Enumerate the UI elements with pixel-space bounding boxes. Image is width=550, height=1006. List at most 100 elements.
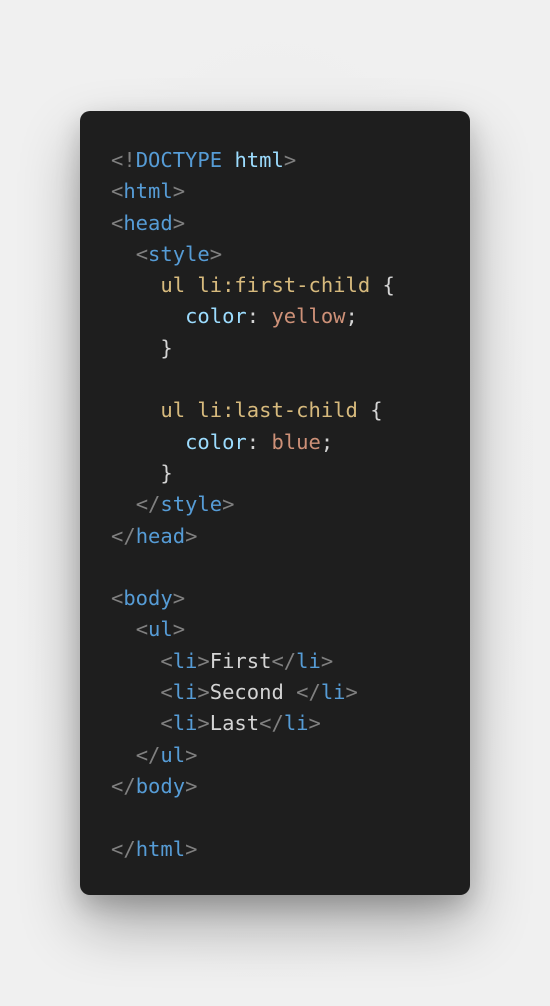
code-tag-name: head — [123, 210, 173, 235]
code-line: <ul> — [111, 614, 395, 645]
code-punctuation: </ — [135, 742, 161, 767]
code-line: } — [111, 333, 395, 364]
code-punctuation: </ — [111, 523, 136, 548]
code-punctuation: </ — [135, 492, 161, 517]
code-line: <body> — [111, 583, 395, 614]
code-punctuation: > — [222, 492, 235, 517]
code-punctuation: </ — [111, 836, 136, 861]
code-tag-name: ul — [160, 742, 186, 767]
code-line: <!DOCTYPE html> — [111, 145, 395, 176]
code-punctuation: </ — [271, 648, 297, 673]
code-css-property: color — [185, 429, 247, 454]
code-tag-name: body — [123, 586, 173, 611]
code-tag-name: li — [320, 680, 346, 705]
code-tag-name: li — [283, 711, 309, 736]
code-punctuation: < — [160, 680, 173, 705]
code-brace: { — [370, 398, 383, 423]
code-line: <head> — [111, 208, 395, 239]
code-tag-name: ul — [148, 617, 173, 642]
code-brace: } — [160, 460, 173, 485]
code-punctuation: </ — [259, 711, 284, 736]
code-punctuation: > — [197, 711, 210, 736]
code-brace: ; — [345, 304, 358, 329]
code-punctuation: < — [160, 648, 173, 673]
code-punctuation: < — [160, 711, 173, 736]
code-punctuation: > — [283, 148, 297, 172]
code-tag-name: style — [148, 241, 210, 266]
code-punctuation: > — [185, 523, 198, 548]
code-line: ul li:first-child { — [111, 270, 395, 301]
code-punctuation: > — [185, 742, 198, 767]
code-text: First — [209, 648, 272, 673]
code-punctuation: > — [172, 617, 186, 642]
code-line: <style> — [111, 239, 395, 270]
code-punctuation: < — [135, 617, 149, 642]
code-punctuation: < — [111, 210, 124, 235]
code-line: </body> — [111, 771, 395, 802]
code-css-property: color — [185, 304, 247, 329]
code-punctuation: > — [308, 711, 321, 736]
code-punctuation: > — [209, 241, 223, 266]
code-tag-name: li — [172, 648, 198, 673]
code-line: </head> — [111, 521, 395, 552]
code-brace: : — [246, 304, 272, 329]
code-punctuation: </ — [296, 680, 321, 705]
code-snippet-card: <!DOCTYPE html> <html> <head> <style> ul l… — [80, 111, 470, 895]
code-tag-name: li — [172, 711, 198, 736]
code-line: </html> — [111, 834, 395, 865]
code-text: Second — [209, 680, 297, 705]
code-line: <li>Second </li> — [111, 677, 395, 708]
code-block: <!DOCTYPE html> <html> <head> <style> ul l… — [111, 145, 395, 865]
code-tag-name: DOCTYPE — [135, 148, 223, 172]
code-line: } — [111, 458, 395, 489]
code-tag-name: html — [135, 836, 186, 861]
code-punctuation: > — [172, 179, 186, 204]
code-tag-name: li — [296, 648, 321, 673]
code-punctuation: </ — [111, 773, 136, 798]
code-css-selector: ul li:last-child — [160, 398, 358, 423]
code-punctuation: > — [345, 680, 358, 705]
code-punctuation: < — [111, 586, 124, 611]
code-line: </style> — [111, 489, 395, 520]
code-punctuation: > — [197, 680, 210, 705]
code-css-value: blue — [271, 429, 321, 454]
code-punctuation: > — [185, 773, 198, 798]
code-punctuation: > — [185, 836, 198, 861]
code-brace: : — [246, 429, 272, 454]
code-tag-name: head — [135, 523, 186, 548]
code-text: Last — [209, 711, 260, 736]
code-line: color: blue; — [111, 427, 395, 458]
code-line: <li>First</li> — [111, 646, 395, 677]
code-brace: } — [160, 335, 173, 360]
code-punctuation: < — [111, 179, 124, 204]
code-line: color: yellow; — [111, 301, 395, 332]
code-css-value: yellow — [271, 304, 346, 329]
code-line: <html> — [111, 176, 395, 207]
code-line: </ul> — [111, 740, 395, 771]
code-doctype-keyword: html — [234, 148, 284, 172]
code-tag-name: style — [160, 492, 223, 517]
code-tag-name: li — [172, 680, 198, 705]
code-brace: { — [382, 273, 395, 298]
code-punctuation: > — [172, 210, 186, 235]
code-css-selector: ul li:first-child — [160, 273, 371, 298]
code-punctuation: <! — [111, 148, 136, 172]
